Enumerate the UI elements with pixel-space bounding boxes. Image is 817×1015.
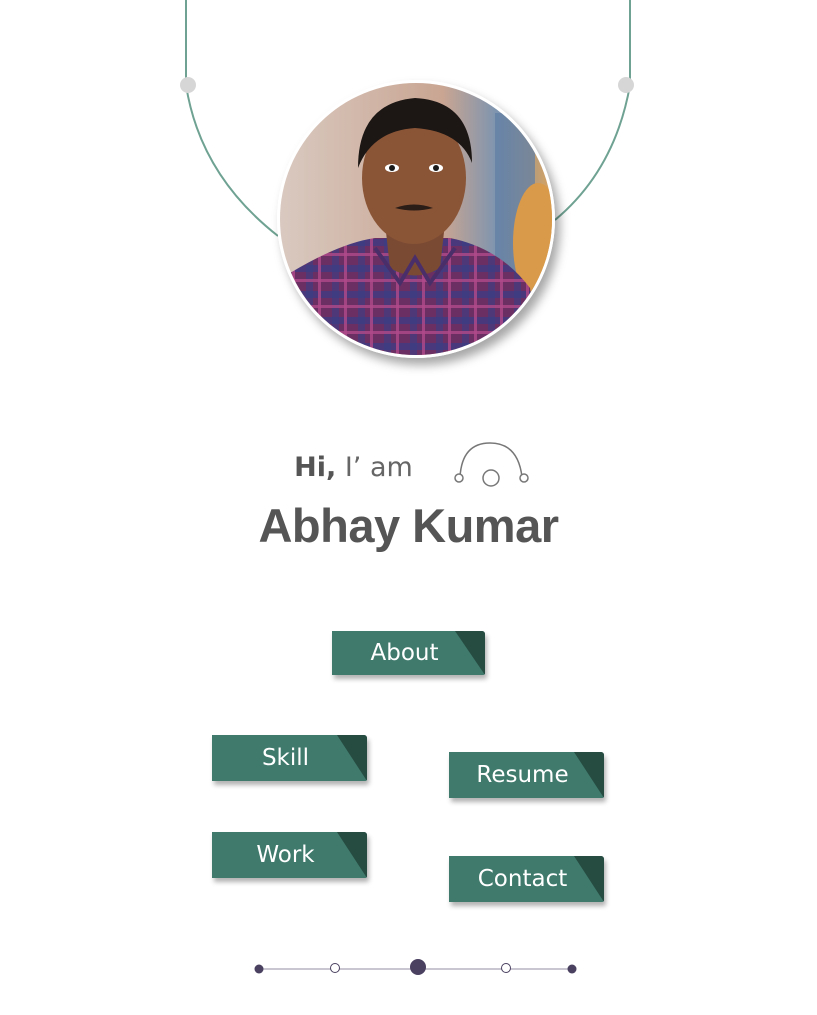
button-corner-icon [337,735,367,781]
pager-dot-active[interactable] [410,959,426,975]
arc-dots-icon [454,442,529,487]
page-indicator [254,959,577,975]
pager-dot-4[interactable] [501,963,511,973]
skill-button[interactable]: Skill [212,735,367,781]
work-button[interactable]: Work [212,832,367,878]
profile-name: Abhay Kumar [258,499,559,552]
greeting-iam: I’ am [336,452,413,483]
button-corner-icon [337,832,367,878]
pager-dot-1[interactable] [254,964,264,974]
arc-node-right [618,77,634,93]
skill-button-label: Skill [261,745,310,771]
greeting-hi: Hi, [294,452,337,483]
pager-dot-5[interactable] [567,964,577,974]
about-button[interactable]: About [332,631,485,675]
profile-photo [280,83,552,355]
button-corner-icon [455,631,485,675]
greeting: Hi, I’ am [0,450,817,486]
resume-button-label: Resume [476,762,569,788]
about-button-label: About [370,640,439,666]
avatar [277,80,555,358]
pager-dot-2[interactable] [330,963,340,973]
arc-node-left [180,77,196,93]
resume-button[interactable]: Resume [449,752,604,798]
contact-button[interactable]: Contact [449,856,604,902]
contact-button-label: Contact [477,866,568,892]
work-button-label: Work [256,842,315,868]
